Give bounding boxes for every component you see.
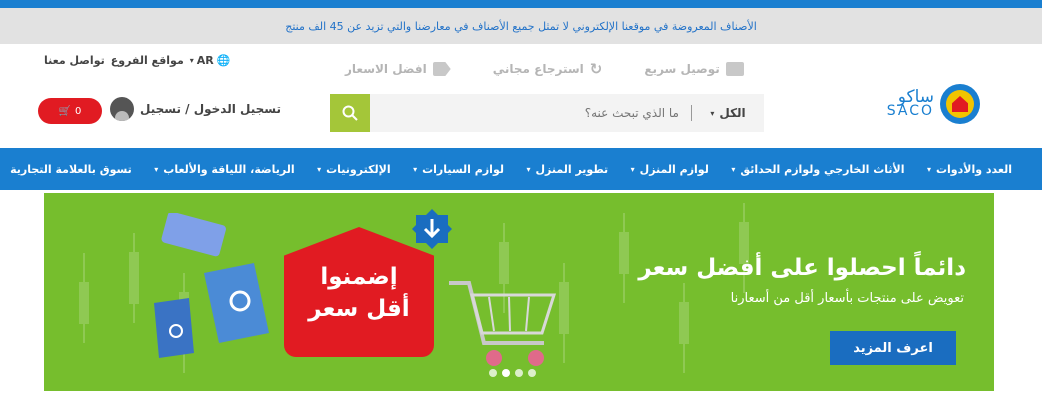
- nav-home-improvement[interactable]: تطوير المنزل ▾: [526, 163, 608, 176]
- feature-label: استرجاع مجاني: [492, 62, 584, 76]
- nav-sports[interactable]: الرياضة، اللياقة والألعاب ▾: [154, 163, 294, 176]
- search-icon: [342, 105, 358, 121]
- login-label: تسجيل الدخول / تسجيل: [140, 102, 281, 116]
- cart-icon: 🛒: [58, 105, 72, 117]
- hero-banner[interactable]: إضمنوا أقل سعر دائماً احصلوا على أفضل سع…: [44, 193, 994, 391]
- banner-subtitle: تعويض على منتجات بأسعار أقل من أسعارنا: [730, 291, 964, 306]
- chevron-down-icon: ▾: [731, 164, 736, 174]
- search-button[interactable]: [330, 94, 370, 132]
- globe-icon: 🌐: [216, 54, 231, 67]
- language-label: AR: [196, 54, 214, 67]
- chevron-down-icon: ▾: [154, 164, 159, 174]
- logo-arabic: ساكو: [897, 87, 934, 107]
- cart-button[interactable]: 🛒 0: [38, 98, 102, 124]
- nav-label: لوازم المنزل: [639, 162, 709, 176]
- chevron-down-icon: ▾: [189, 56, 194, 65]
- feature-strip: توصيل سريع ↻ استرجاع مجاني افضل الاسعار: [345, 60, 744, 78]
- banner-title: دائماً احصلوا على أفضل سعر: [638, 255, 966, 281]
- feature-label: افضل الاسعار: [345, 62, 427, 76]
- nav-label: الإلكترونيات: [326, 162, 391, 176]
- nav-label: تطوير المنزل: [535, 162, 609, 176]
- category-dropdown[interactable]: الكل ▾: [692, 94, 764, 132]
- user-icon: [110, 97, 134, 121]
- carousel-dot[interactable]: [515, 369, 523, 377]
- learn-more-button[interactable]: اعرف المزيد: [830, 331, 956, 365]
- notice-bar: الأصناف المعروضة في موقعنا الإلكتروني لا…: [0, 8, 1042, 44]
- carousel-dot-active[interactable]: [502, 369, 510, 377]
- chevron-down-icon: ▾: [317, 164, 322, 174]
- carousel-dot[interactable]: [528, 369, 536, 377]
- truck-icon: [725, 62, 744, 76]
- shopping-bag-illustration: [154, 213, 269, 358]
- nav-label: لوازم السيارات: [422, 162, 504, 176]
- nav-outdoor-furniture[interactable]: الأثاث الخارجي ولوازم الحدائق ▾: [731, 163, 904, 176]
- tag-line-2: أقل سعر: [308, 296, 410, 322]
- contact-link[interactable]: تواصل معنا: [44, 54, 105, 67]
- nav-electronics[interactable]: الإلكترونيات ▾: [317, 163, 390, 176]
- category-nav: العدد والأدوات ▾ الأثاث الخارجي ولوازم ال…: [0, 148, 1042, 190]
- chevron-down-icon: ▾: [710, 108, 715, 118]
- chevron-down-icon: ▾: [413, 164, 418, 174]
- nav-tools[interactable]: العدد والأدوات ▾: [927, 163, 1012, 176]
- feature-label: توصيل سريع: [644, 62, 720, 76]
- logo-emblem: [940, 84, 980, 124]
- category-label: الكل: [719, 106, 746, 120]
- top-accent-bar: [0, 0, 1042, 8]
- nav-automotive[interactable]: لوازم السيارات ▾: [413, 163, 504, 176]
- nav-brands[interactable]: تسوق بالعلامة التجارية: [10, 163, 132, 176]
- tag-line-1: إضمنوا: [320, 264, 398, 290]
- shopping-cart-illustration: [449, 281, 557, 366]
- nav-label: الرياضة، اللياقة والألعاب: [163, 162, 295, 176]
- house-icon: [952, 96, 968, 112]
- chevron-down-icon: ▾: [526, 164, 531, 174]
- search-bar: الكل ▾: [330, 94, 764, 132]
- chevron-down-icon: ▾: [926, 164, 931, 174]
- nav-label: تسوق بالعلامة التجارية: [10, 162, 132, 176]
- login-link[interactable]: تسجيل الدخول / تسجيل: [110, 97, 281, 121]
- nav-label: الأثاث الخارجي ولوازم الحدائق: [740, 162, 905, 176]
- feature-fast-delivery: توصيل سريع: [644, 62, 744, 76]
- feature-best-prices: افضل الاسعار: [345, 62, 451, 76]
- chevron-down-icon: ▾: [630, 164, 635, 174]
- return-icon: ↻: [589, 60, 603, 78]
- nav-label: العدد والأدوات: [935, 162, 1012, 176]
- nav-home-supplies[interactable]: لوازم المنزل ▾: [631, 163, 709, 176]
- saco-logo[interactable]: ساكو SACO: [887, 84, 980, 124]
- carousel-dot[interactable]: [489, 369, 497, 377]
- header: تواصل معنا مواقع الفروع ▾ AR 🌐 توصيل سري…: [0, 44, 1042, 148]
- branches-link[interactable]: مواقع الفروع: [111, 54, 184, 67]
- logo-wordmark: ساكو SACO: [886, 87, 934, 119]
- cart-count: 0: [75, 105, 82, 117]
- carousel-dots: [489, 369, 536, 377]
- feature-free-return: ↻ استرجاع مجاني: [493, 60, 603, 78]
- language-switcher[interactable]: ▾ AR 🌐: [190, 54, 231, 67]
- tag-icon: [432, 62, 451, 76]
- search-input[interactable]: [370, 94, 691, 132]
- logo-english: SACO: [886, 103, 934, 119]
- price-tag-text: إضمنوا أقل سعر: [284, 261, 434, 325]
- down-arrow-badge-icon: [412, 209, 452, 249]
- top-links: تواصل معنا مواقع الفروع ▾ AR 🌐: [44, 54, 230, 67]
